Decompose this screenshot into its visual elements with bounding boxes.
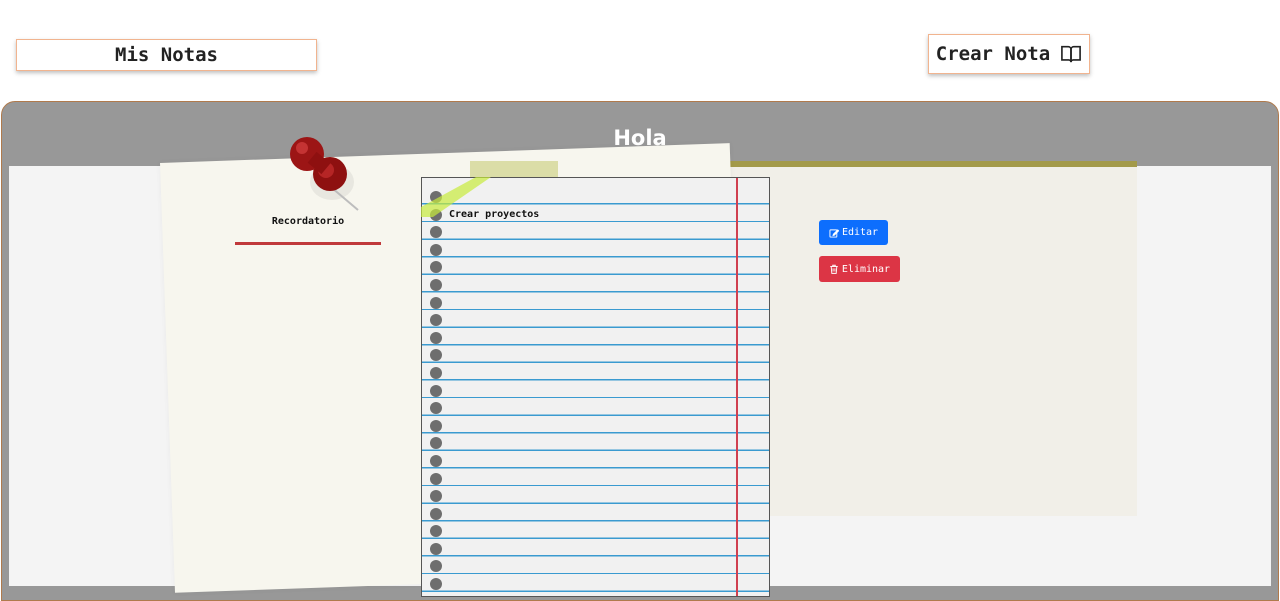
crear-nota-button[interactable]: Crear Nota [928, 34, 1090, 74]
punch-hole [430, 331, 442, 344]
pencil-square-icon [829, 228, 839, 238]
punch-hole [430, 296, 442, 309]
task-notebook [421, 177, 770, 597]
punch-hole [430, 595, 442, 596]
category-underline [235, 242, 381, 245]
mis-notas-button[interactable]: Mis Notas [16, 39, 317, 71]
task-item: Crear proyectos [449, 209, 540, 220]
delete-label: Eliminar [841, 263, 891, 275]
sticky-note-back [722, 161, 1137, 516]
punch-hole [430, 507, 442, 520]
punch-hole [430, 402, 442, 415]
punch-hole [430, 578, 442, 591]
punch-hole [430, 560, 442, 573]
punch-hole [430, 366, 442, 379]
punch-hole [430, 419, 442, 432]
punch-hole [430, 454, 442, 467]
trash-icon [830, 264, 838, 274]
punch-hole [430, 278, 442, 291]
punch-hole [430, 490, 442, 503]
book-open-icon [1061, 45, 1082, 63]
edit-button[interactable]: Editar [819, 220, 888, 245]
punch-hole [430, 314, 442, 327]
punch-hole [430, 542, 442, 555]
punch-hole [430, 243, 442, 256]
punch-hole [430, 384, 442, 397]
notebook-margin [736, 178, 738, 596]
punch-hole [430, 437, 442, 450]
note-category: Recordatorio [271, 216, 345, 227]
crear-nota-label: Crear Nota [935, 43, 1051, 65]
push-pin-icon [290, 137, 359, 211]
punch-hole [430, 226, 442, 239]
edit-label: Editar [841, 227, 879, 238]
punch-hole [430, 525, 442, 538]
delete-button[interactable]: Eliminar [819, 256, 900, 282]
mis-notas-label: Mis Notas [115, 44, 218, 66]
punch-hole [430, 261, 442, 274]
punch-hole [430, 472, 442, 485]
punch-hole [430, 349, 442, 362]
notebook-holes [430, 191, 442, 596]
